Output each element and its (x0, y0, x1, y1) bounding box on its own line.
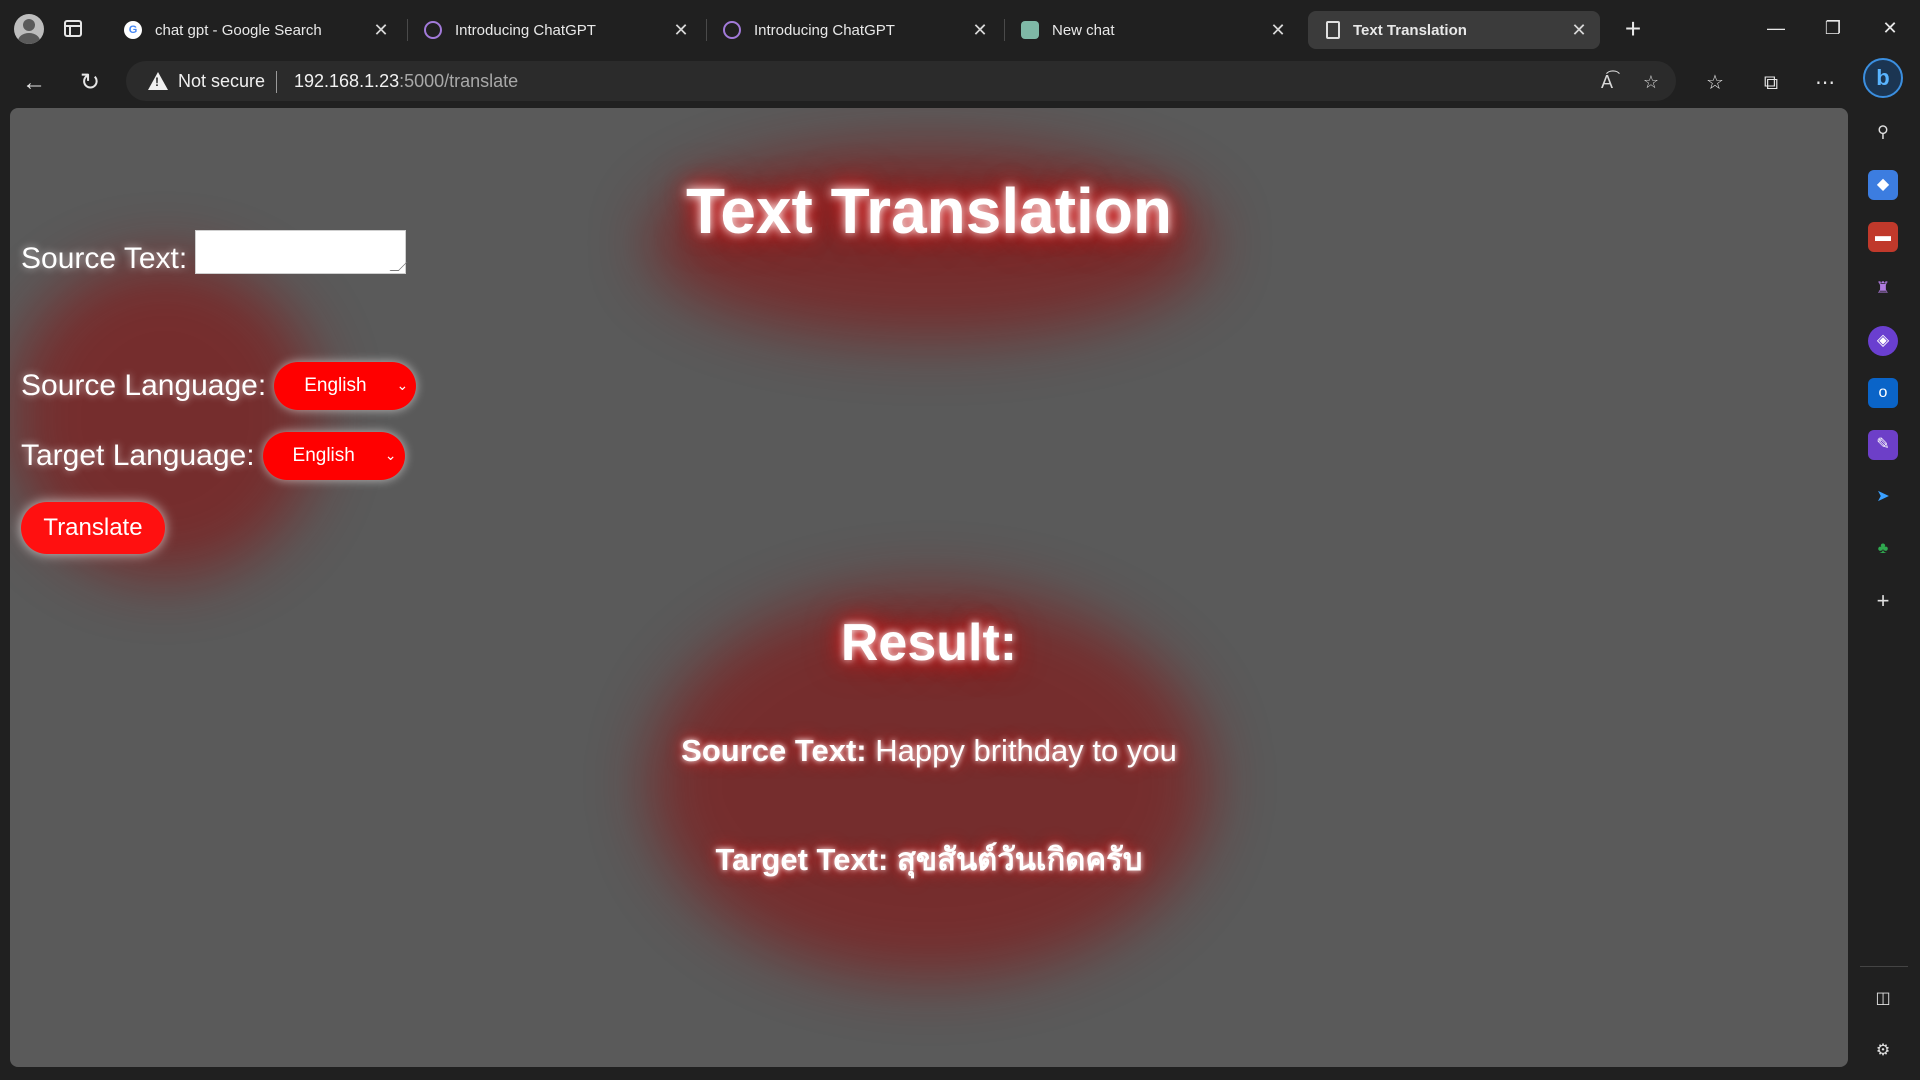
page-viewport: Text Translation Source Text: Source Lan… (10, 108, 1848, 1067)
collections-icon[interactable]: ⧉ (1754, 66, 1788, 100)
close-icon[interactable]: ✕ (368, 17, 394, 43)
result-target-label: Target Text: (715, 842, 889, 877)
settings-gear-icon[interactable]: ⚙ (1868, 1036, 1898, 1066)
minimize-button[interactable]: — (1756, 12, 1796, 44)
games-icon[interactable]: ♜ (1868, 274, 1898, 304)
source-language-row: Source Language: English ⌄ (21, 362, 417, 410)
chevron-down-icon: ⌄ (384, 447, 397, 463)
page-icon (1326, 21, 1340, 39)
back-arrow-icon[interactable]: ← (17, 66, 51, 100)
sidebar-toggle-icon[interactable]: ◫ (1868, 984, 1898, 1014)
close-icon[interactable]: ✕ (967, 17, 993, 43)
send-icon[interactable]: ➤ (1868, 482, 1898, 512)
tree-icon[interactable]: ♣ (1868, 534, 1898, 564)
restore-button[interactable]: ❐ (1813, 12, 1853, 44)
source-text-label: Source Text: (21, 242, 188, 275)
result-target-value: สุขสันต์วันเกิดครับ (896, 842, 1143, 877)
result-target-line: Target Text: สุขสันต์วันเกิดครับ (10, 834, 1848, 884)
tab-introducing-chatgpt-2[interactable]: Introducing ChatGPT ✕ (705, 11, 1001, 49)
google-icon: G (124, 21, 142, 39)
openai-icon (723, 21, 741, 39)
chevron-down-icon: ⌄ (396, 377, 409, 393)
tab-title: Text Translation (1353, 21, 1467, 39)
result-source-value: Happy brithday to you (875, 733, 1177, 768)
tab-title: Introducing ChatGPT (455, 21, 596, 39)
tab-title: Introducing ChatGPT (754, 21, 895, 39)
bing-chat-icon[interactable]: b (1863, 58, 1903, 98)
source-text-input[interactable] (195, 230, 407, 274)
shopping-tag-icon[interactable]: ◆ (1868, 170, 1898, 200)
address-bar[interactable]: Not secure 192.168.1.23:5000/translate A… (126, 61, 1676, 101)
target-language-label: Target Language: (21, 439, 255, 472)
read-aloud-icon[interactable]: A͡ (1594, 69, 1620, 95)
outlook-icon[interactable]: o (1868, 378, 1898, 408)
tab-actions-icon[interactable] (64, 20, 82, 37)
url-text[interactable]: 192.168.1.23:5000/translate (294, 71, 518, 92)
source-text-row: Source Text: (21, 230, 407, 276)
target-language-value: English (292, 445, 355, 466)
chatgpt-icon (1021, 21, 1039, 39)
window-bottom-edge (0, 1067, 1848, 1080)
tab-introducing-chatgpt-1[interactable]: Introducing ChatGPT ✕ (406, 11, 702, 49)
add-icon[interactable]: + (1868, 586, 1898, 616)
close-icon[interactable]: ✕ (1566, 17, 1592, 43)
refresh-icon[interactable]: ↻ (73, 66, 107, 100)
designer-icon[interactable]: ✎ (1868, 430, 1898, 460)
tab-text-translation[interactable]: Text Translation ✕ (1308, 11, 1600, 49)
result-heading: Result: (840, 614, 1018, 672)
new-tab-button[interactable]: + (1617, 14, 1649, 46)
target-language-row: Target Language: English ⌄ (21, 432, 405, 480)
target-language-select[interactable]: English ⌄ (262, 432, 405, 480)
tools-icon[interactable]: ▬ (1868, 222, 1898, 252)
url-path: :5000/translate (399, 71, 519, 91)
source-language-value: English (304, 375, 367, 396)
search-icon[interactable]: ⚲ (1868, 118, 1898, 148)
add-favorite-icon[interactable]: ☆ (1638, 69, 1664, 95)
warning-icon (148, 72, 168, 90)
close-icon[interactable]: ✕ (668, 17, 694, 43)
copilot-icon[interactable]: ◈ (1868, 326, 1898, 356)
openai-icon (424, 21, 442, 39)
profile-avatar-icon[interactable] (14, 14, 44, 44)
security-label[interactable]: Not secure (178, 71, 265, 92)
more-options-icon[interactable]: ⋯ (1808, 66, 1842, 100)
result-source-label: Source Text: (681, 733, 867, 768)
tab-new-chat[interactable]: New chat ✕ (1003, 11, 1299, 49)
edge-sidebar: ⚲ ◆ ▬ ♜ ◈ o ✎ ➤ ♣ + ◫ ⚙ (1848, 108, 1920, 1080)
translate-button[interactable]: Translate (21, 502, 165, 554)
toolbar: ← ↻ Not secure 192.168.1.23:5000/transla… (0, 58, 1920, 108)
source-language-label: Source Language: (21, 369, 267, 402)
tab-title: chat gpt - Google Search (155, 21, 322, 39)
favorites-icon[interactable]: ☆ (1698, 66, 1732, 100)
close-icon[interactable]: ✕ (1265, 17, 1291, 43)
source-language-select[interactable]: English ⌄ (274, 362, 417, 410)
tab-bar: G chat gpt - Google Search ✕ Introducing… (0, 0, 1920, 58)
url-host: 192.168.1.23 (294, 71, 400, 91)
tab-title: New chat (1052, 21, 1115, 39)
tab-google-search[interactable]: G chat gpt - Google Search ✕ (106, 11, 402, 49)
result-source-line: Source Text: Happy brithday to you (10, 733, 1848, 769)
close-window-button[interactable]: ✕ (1870, 12, 1910, 44)
